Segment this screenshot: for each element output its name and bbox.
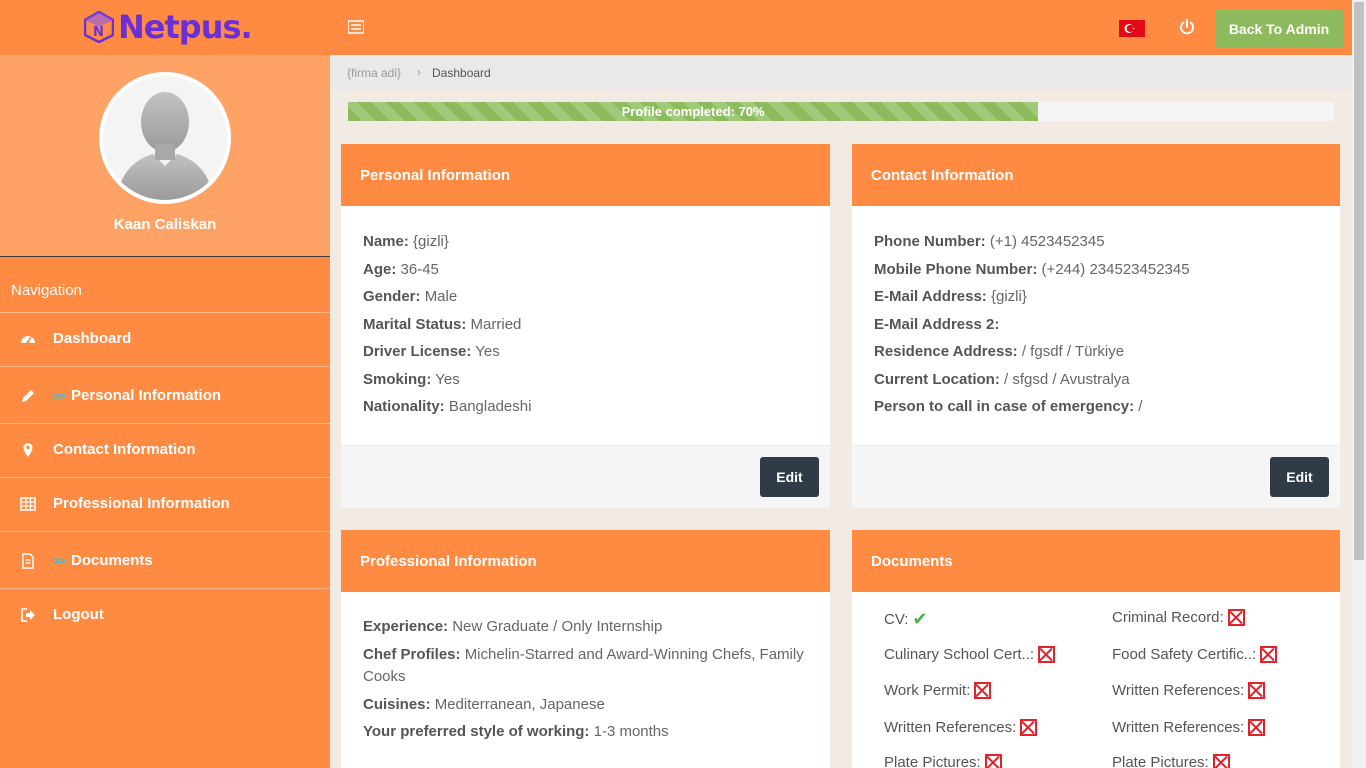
professional-information-panel: Professional Information Experience: New…: [341, 530, 830, 768]
info-row: Age: 36-45: [363, 260, 439, 278]
missing-icon: [1248, 719, 1266, 736]
top-bar: N Netpus. Back To Admin: [0, 0, 1352, 55]
panel-body: Experience: New Graduate / Only Internsh…: [341, 592, 830, 746]
panel-body: Name: {gizli} Age: 36-45 Gender: Male Ma…: [341, 206, 830, 421]
profile-progress-bar: Profile completed: 70%: [347, 101, 1335, 122]
info-row: Residence Address: / fgsdf / Türkiye: [874, 343, 1125, 360]
sidebar-item-label: Professional Information: [53, 495, 230, 512]
info-row: Nationality: Bangladeshi: [363, 398, 532, 415]
table-icon: [20, 496, 36, 512]
sidebar-item-professional-information[interactable]: Professional Information: [0, 478, 330, 532]
panel-body: Phone Number: (+1) 4523452345 Mobile Pho…: [852, 206, 1340, 421]
logout-icon: [20, 607, 36, 623]
dashboard-icon: [20, 331, 36, 347]
document-item[interactable]: Written References:: [1112, 719, 1266, 736]
logo-cube-icon: N: [83, 10, 115, 44]
breadcrumb: {firma adi} › Dashboard: [330, 55, 1352, 90]
personal-information-panel: Personal Information Name: {gizli} Age: …: [341, 144, 830, 508]
sidebar: Kaan Caliskan Navigation Dashboard >> Per…: [0, 55, 330, 768]
sidebar-item-personal-information[interactable]: >> Personal Information: [0, 367, 330, 424]
document-item[interactable]: Written References:: [884, 719, 1038, 736]
document-item[interactable]: CV: ✔: [884, 609, 928, 630]
info-row: Cuisines: Mediterranean, Japanese: [363, 695, 605, 713]
pencil-icon: [20, 388, 36, 404]
sidebar-item-logout[interactable]: Logout: [0, 589, 330, 643]
info-row: Mobile Phone Number: (+244) 234523452345: [874, 260, 1190, 278]
progress-label: Profile completed: 70%: [621, 104, 765, 119]
document-item[interactable]: Written References:: [1112, 682, 1266, 699]
document-item[interactable]: Plate Pictures:: [1112, 754, 1230, 768]
info-row: Smoking: Yes: [363, 370, 460, 388]
sidebar-profile: Kaan Caliskan: [0, 55, 330, 257]
document-item[interactable]: Food Safety Certific..:: [1112, 646, 1278, 663]
user-name: Kaan Caliskan: [113, 216, 217, 233]
panel-title: Professional Information: [341, 530, 830, 592]
info-row: Phone Number: (+1) 4523452345: [874, 233, 1105, 250]
panel-footer: Edit: [341, 445, 830, 508]
document-item[interactable]: Plate Pictures:: [884, 754, 1002, 768]
info-row: Chef Profiles: Michelin-Starred and Awar…: [363, 645, 804, 685]
active-marker-icon: >>: [53, 554, 66, 568]
sidebar-item-documents[interactable]: >> Documents: [0, 532, 330, 589]
breadcrumb-root-link[interactable]: {firma adi}: [347, 66, 401, 80]
missing-icon: [1038, 646, 1056, 663]
info-row: Name: {gizli}: [363, 233, 449, 250]
panel-title: Contact Information: [852, 144, 1340, 206]
back-to-admin-button[interactable]: Back To Admin: [1215, 10, 1343, 48]
document-item[interactable]: Work Permit:: [884, 682, 992, 699]
info-row: Driver License: Yes: [363, 343, 500, 360]
info-row: Gender: Male: [363, 288, 458, 305]
active-marker-icon: >>: [53, 389, 66, 403]
edit-contact-button[interactable]: Edit: [1270, 457, 1329, 497]
info-row: E-Mail Address: {gizli}: [874, 288, 1027, 305]
documents-panel: Documents CV: ✔ Criminal Record: Culinary…: [852, 530, 1340, 768]
panel-footer: Edit: [852, 445, 1340, 508]
document-item[interactable]: Criminal Record:: [1112, 609, 1245, 626]
missing-icon: [974, 682, 992, 699]
scrollbar-thumb[interactable]: [1354, 2, 1364, 560]
sidebar-item-label: Documents: [71, 552, 153, 569]
progress-fill: Profile completed: 70%: [348, 102, 1039, 121]
missing-icon: [1227, 609, 1245, 626]
sidebar-item-contact-information[interactable]: Contact Information: [0, 424, 330, 478]
turkish-flag-icon[interactable]: [1119, 20, 1145, 37]
sidebar-item-label: Dashboard: [53, 330, 132, 347]
map-pin-icon: [20, 442, 36, 458]
sidebar-item-dashboard[interactable]: Dashboard: [0, 313, 330, 367]
logo-text: Netpus.: [118, 8, 253, 46]
missing-icon: [1020, 719, 1038, 736]
missing-icon: [1248, 682, 1266, 699]
info-row: Experience: New Graduate / Only Internsh…: [363, 618, 663, 635]
page-scrollbar[interactable]: [1352, 0, 1366, 768]
logo-mark-letter: N: [93, 25, 104, 40]
check-icon: ✔: [912, 609, 928, 630]
info-row: E-Mail Address 2:: [874, 315, 1000, 333]
avatar[interactable]: [99, 72, 231, 204]
document-icon: [20, 553, 36, 569]
missing-icon: [1212, 754, 1230, 768]
document-item[interactable]: Culinary School Cert..:: [884, 646, 1056, 663]
info-row: Current Location: / sfgsd / Avustralya: [874, 370, 1130, 388]
menu-toggle-icon[interactable]: [347, 20, 365, 34]
missing-icon: [984, 754, 1002, 768]
info-row: Your preferred style of working: 1-3 mon…: [363, 723, 669, 740]
missing-icon: [1260, 646, 1278, 663]
power-icon[interactable]: [1178, 18, 1196, 36]
sidebar-item-label: Logout: [53, 606, 104, 623]
info-row: Marital Status: Married: [363, 315, 522, 333]
navigation-title: Navigation: [0, 257, 330, 313]
breadcrumb-current: Dashboard: [432, 66, 491, 80]
info-row: Person to call in case of emergency: /: [874, 398, 1143, 415]
contact-information-panel: Contact Information Phone Number: (+1) 4…: [852, 144, 1340, 508]
logo[interactable]: N Netpus.: [83, 8, 253, 46]
panel-title: Personal Information: [341, 144, 830, 206]
sidebar-item-label: Personal Information: [71, 387, 222, 404]
breadcrumb-separator-icon: ›: [417, 65, 421, 79]
panel-title: Documents: [852, 530, 1340, 592]
sidebar-item-label: Contact Information: [53, 441, 196, 458]
edit-personal-button[interactable]: Edit: [760, 457, 819, 497]
